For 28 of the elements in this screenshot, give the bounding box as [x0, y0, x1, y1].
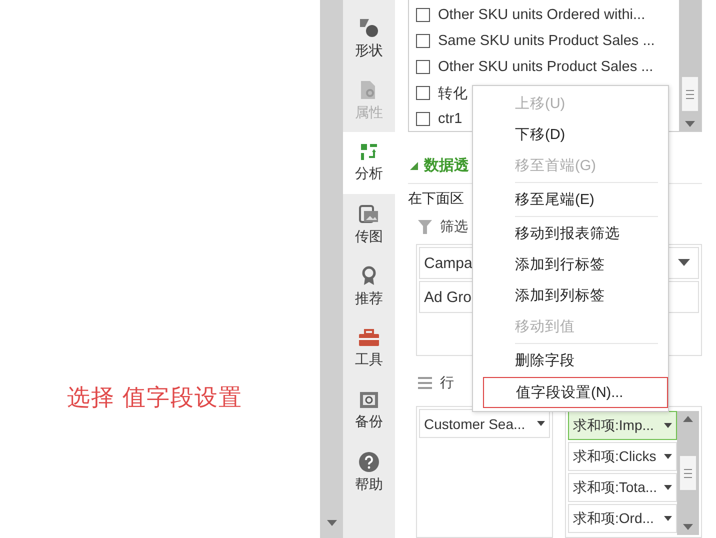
sidebar-tab[interactable]: 分析	[343, 132, 395, 194]
field-pill[interactable]: 求和项:Tota...	[568, 473, 677, 502]
sidebar-tab[interactable]: 备份	[343, 380, 395, 442]
field-pill[interactable]: 求和项:Ord...	[568, 504, 677, 533]
menu-item[interactable]: 下移(D)	[483, 119, 658, 150]
sidebar-tab[interactable]: 形状	[343, 8, 395, 70]
area-label: 行	[440, 374, 454, 392]
menu-item[interactable]: 删除字段	[483, 345, 658, 376]
field-name: Other SKU units Ordered withi...	[438, 7, 646, 23]
annotation-text: 选择 值字段设置	[67, 384, 242, 410]
field-pill[interactable]: 求和项:Clicks	[568, 442, 677, 471]
menu-item[interactable]: 添加到行标签	[483, 249, 658, 280]
sidebar-tab[interactable]: 推荐	[343, 256, 395, 318]
area-label: 筛选	[440, 218, 468, 236]
hint-text: 在下面区	[408, 190, 464, 208]
sidebar-tab[interactable]: 传图	[343, 194, 395, 256]
section-title: 数据透	[424, 156, 469, 175]
menu-item[interactable]: 移至尾端(E)	[483, 184, 658, 215]
sidebar-tab[interactable]: 帮助	[343, 442, 395, 504]
field-name: 转化	[438, 84, 468, 102]
sidebar-tab[interactable]: 工具	[343, 318, 395, 380]
menu-item[interactable]: 值字段设置(N)...	[483, 377, 668, 408]
field-name: Same SKU units Product Sales ...	[438, 33, 655, 49]
menu-item[interactable]: 添加到列标签	[483, 280, 658, 311]
field-name: Other SKU units Product Sales ...	[438, 59, 654, 75]
field-name: ctr1	[438, 111, 462, 127]
menu-item[interactable]: 移动到报表筛选	[483, 218, 658, 249]
field-pill[interactable]: 求和项:Imp...	[568, 411, 677, 440]
